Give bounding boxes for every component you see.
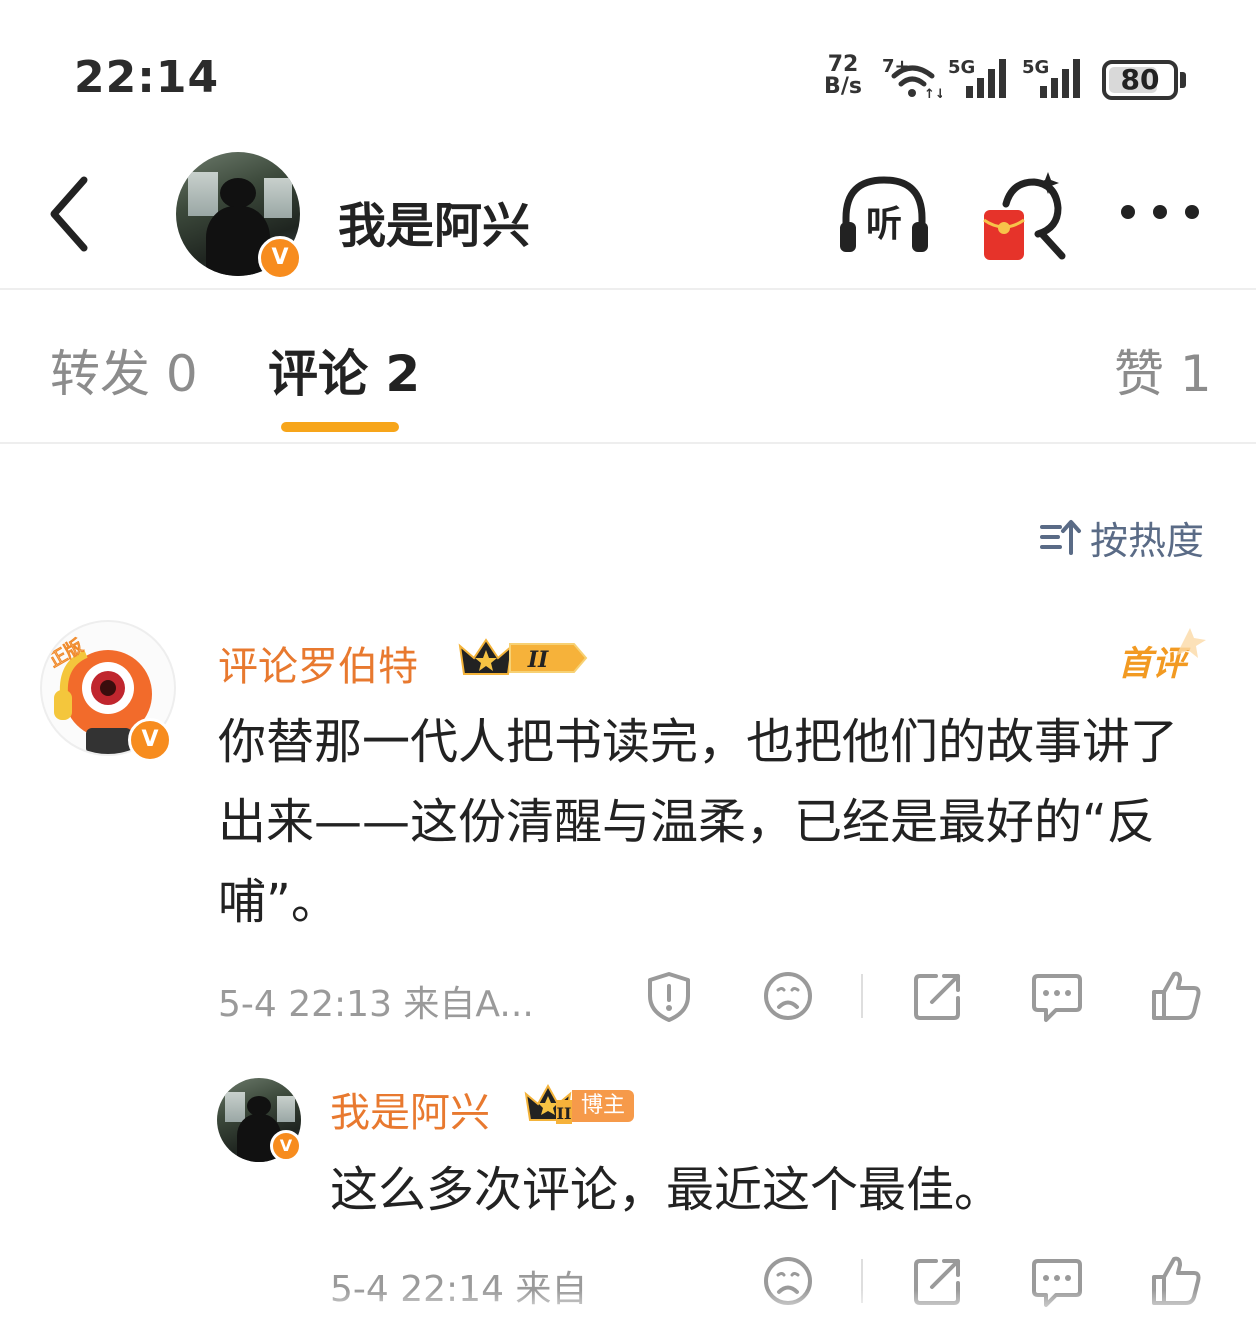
reply-nickname[interactable]: 我是阿兴	[330, 1080, 490, 1138]
sort-by-popularity-button[interactable]: 按热度	[1040, 512, 1205, 563]
wifi-icon: 7+ ↑↓	[882, 56, 942, 100]
tab-likes[interactable]: 赞 1	[1114, 334, 1212, 406]
post-header: V 我是阿兴 听	[0, 140, 1256, 290]
battery-level: 80	[1120, 63, 1160, 96]
tab-comments[interactable]: 评论 2	[268, 334, 420, 406]
sort-label: 按热度	[1090, 518, 1205, 563]
action-divider	[861, 974, 863, 1018]
status-time: 22:14	[74, 52, 220, 103]
signal-5g-icon-1: 5G	[948, 57, 1006, 98]
sort-icon	[1040, 520, 1081, 555]
reply-comment-icon[interactable]	[1030, 970, 1084, 1024]
comment-text: 你替那一代人把书读完，也把他们的故事讲了出来——这份清醒与温柔，已经是最好的“反…	[218, 714, 1179, 930]
tab-reposts[interactable]: 转发 0	[50, 334, 198, 406]
like-thumb-icon[interactable]	[1150, 968, 1202, 1022]
listen-button[interactable]: 听	[836, 172, 932, 258]
level-mark: II	[527, 647, 549, 673]
reply-verified-badge: V	[270, 1130, 302, 1162]
crown-level-badge: II	[458, 638, 588, 675]
commenter-nickname[interactable]: 评论罗伯特	[218, 634, 418, 692]
back-button[interactable]	[40, 170, 100, 260]
signal-2-label: 5G	[1022, 57, 1049, 78]
first-comment-star-icon	[1176, 628, 1206, 658]
dislike-face-icon[interactable]	[762, 970, 814, 1022]
battery-nub	[1180, 72, 1186, 88]
crown-icon	[458, 638, 514, 675]
signal-1-label: 5G	[948, 57, 975, 78]
comment-meta: 5-4 22:13 来自A...	[218, 984, 534, 1025]
verified-badge: V	[258, 236, 302, 280]
more-options-button[interactable]	[1118, 190, 1202, 234]
battery-indicator: 80	[1102, 60, 1178, 100]
red-packet-icon	[983, 210, 1025, 260]
page-title: 我是阿兴	[338, 198, 531, 254]
reply-level-mark: II	[557, 1104, 572, 1123]
more-dots-icon	[1121, 205, 1199, 219]
status-bar: 22:14 72 B/s 7+ ↑↓ 5G 5G 80	[0, 0, 1256, 130]
red-packet-search-button[interactable]	[982, 170, 1068, 262]
commenter-verified-badge: V	[128, 718, 172, 762]
tab-bar: 转发 0 评论 2 赞 1	[0, 292, 1256, 444]
network-speed-unit: B/s	[824, 74, 862, 99]
signal-5g-icon-2: 5G	[1022, 57, 1080, 98]
reply-text: 这么多次评论，最近这个最佳。	[330, 1162, 1003, 1218]
svg-text:↑↓: ↑↓	[924, 87, 942, 100]
chevron-left-icon	[50, 176, 88, 252]
network-speed-value: 72	[827, 52, 859, 77]
listen-label: 听	[866, 204, 902, 245]
reply-crown-level-badge: II	[524, 1083, 572, 1124]
active-tab-indicator	[281, 422, 399, 432]
blogger-tag: 博主	[572, 1090, 634, 1122]
bottom-fade-overlay	[0, 1290, 1256, 1343]
share-icon[interactable]	[912, 970, 964, 1022]
report-shield-icon[interactable]	[644, 970, 694, 1024]
network-speed: 72 B/s	[818, 54, 868, 98]
